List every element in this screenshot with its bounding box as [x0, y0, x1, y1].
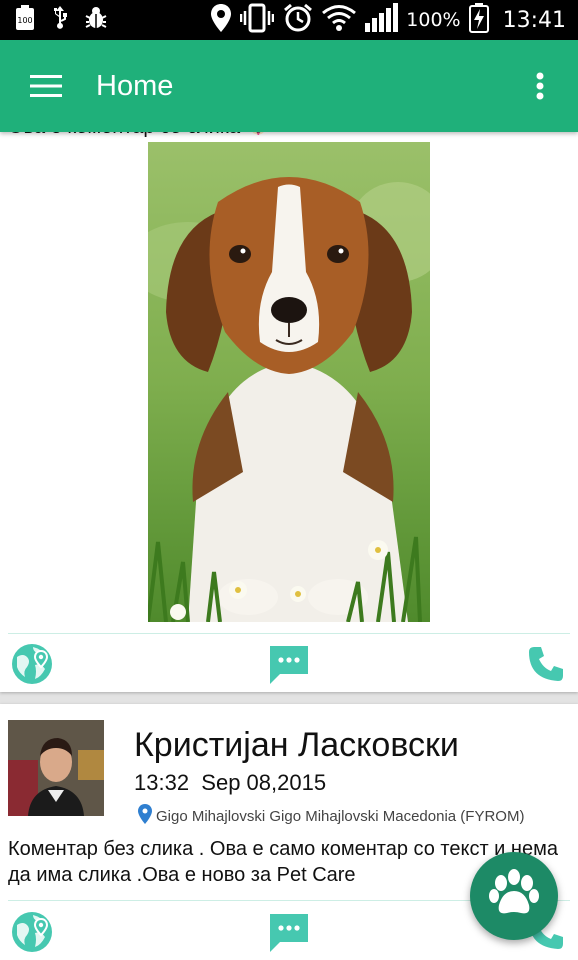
phone-icon[interactable]	[524, 642, 568, 686]
comment-icon[interactable]	[267, 910, 311, 954]
signal-icon	[364, 2, 399, 38]
add-pet-fab-button[interactable]	[470, 852, 558, 940]
overflow-menu-icon[interactable]	[524, 62, 556, 110]
wifi-icon	[322, 4, 357, 37]
battery-notification-icon: 100	[14, 4, 36, 36]
svg-text:100: 100	[17, 16, 32, 25]
paw-icon	[487, 867, 541, 926]
battery-charging-icon	[468, 2, 489, 38]
alarm-icon	[282, 2, 314, 39]
post-date: Sep 08,2015	[201, 770, 327, 795]
post-photo[interactable]	[148, 142, 430, 622]
usb-icon	[50, 5, 70, 36]
post-comment: Ова е коментар со слика 🐶	[0, 132, 279, 140]
feed-list[interactable]: Ова е коментар со слика 🐶	[0, 132, 578, 960]
divider	[8, 633, 570, 634]
menu-hamburger-icon[interactable]	[22, 62, 70, 110]
comment-icon[interactable]	[267, 642, 311, 686]
beagle-puppy-image	[148, 142, 430, 622]
post-actions	[0, 642, 578, 692]
notification-icons: 100	[0, 4, 108, 36]
post-time: 13:32	[134, 770, 190, 795]
vibrate-icon	[240, 3, 275, 38]
user-name[interactable]: Кристијан Ласковски	[134, 726, 459, 765]
status-bar: 100 100% 13:41	[0, 0, 578, 40]
app-bar: Home	[0, 40, 578, 132]
post-card: Ова е коментар со слика 🐶	[0, 132, 578, 692]
debug-bug-icon	[84, 6, 108, 35]
globe-location-icon[interactable]	[10, 642, 54, 686]
user-avatar-image	[8, 720, 104, 816]
avatar[interactable]	[8, 720, 104, 816]
post-location[interactable]: Gigo Mihajlovski Gigo Mihajlovski Macedo…	[138, 804, 524, 829]
app-screen: 100 100% 13:41 Home Кристијан Ласковски …	[0, 0, 578, 960]
status-time: 13:41	[502, 7, 566, 33]
battery-percent: 100%	[406, 9, 461, 31]
globe-location-icon[interactable]	[10, 910, 54, 954]
map-pin-icon	[138, 804, 152, 829]
system-icons: 100% 13:41	[210, 2, 578, 39]
location-icon	[210, 3, 232, 38]
page-title: Home	[96, 69, 174, 102]
location-text: Gigo Mihajlovski Gigo Mihajlovski Macedo…	[156, 808, 525, 825]
post-timestamp: 13:32 Sep 08,2015	[134, 770, 326, 796]
